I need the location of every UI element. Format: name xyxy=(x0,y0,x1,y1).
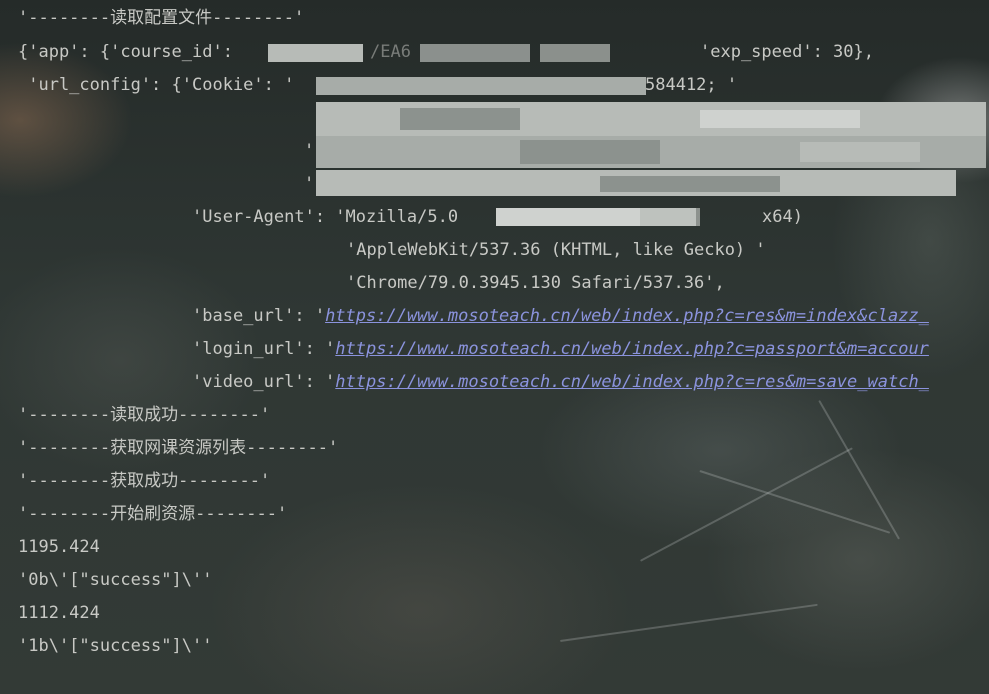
output-line: '1b\'["success"]\'' xyxy=(18,636,213,656)
output-line-fragment: ' xyxy=(304,141,315,161)
output-line: '0b\'["success"]\'' xyxy=(18,570,213,590)
output-line: 'login_url': 'https://www.mosoteach.cn/w… xyxy=(192,333,929,366)
output-line: 1112.424 xyxy=(18,603,100,623)
output-line: {'app': {'course_id': xyxy=(18,42,244,62)
output-line: 'video_url': 'https://www.mosoteach.cn/w… xyxy=(192,366,929,399)
redaction-mosaic xyxy=(540,44,610,62)
output-line: '--------获取网课资源列表--------' xyxy=(18,438,339,458)
output-line: 'AppleWebKit/537.36 (KHTML, like Gecko) … xyxy=(346,240,766,260)
output-line-fragment: x64) xyxy=(762,207,814,227)
output-line-fragment: 584412; ' xyxy=(645,75,738,95)
output-line: 'Chrome/79.0.3945.130 Safari/537.36', xyxy=(346,273,725,293)
output-line: 'url_config': {'Cookie': ' xyxy=(18,75,295,95)
redaction-mosaic xyxy=(800,142,920,162)
redaction-mosaic xyxy=(268,44,363,62)
config-key: 'login_url': ' xyxy=(192,339,336,359)
config-key: 'base_url': ' xyxy=(192,306,326,326)
output-line: '--------开始刷资源--------' xyxy=(18,504,288,524)
redaction-mosaic xyxy=(600,176,780,192)
redaction-mosaic xyxy=(520,140,660,164)
output-line-fragment: ' xyxy=(304,174,315,194)
output-line: 'base_url': 'https://www.mosoteach.cn/we… xyxy=(192,300,929,333)
video-url-link[interactable]: https://www.mosoteach.cn/web/index.php?c… xyxy=(335,372,929,392)
config-key: 'video_url': ' xyxy=(192,372,336,392)
redaction-mosaic xyxy=(400,108,520,130)
console-output: '--------读取配置文件--------' {'app': {'cours… xyxy=(0,0,989,694)
output-line: 'exp_speed': 30}, xyxy=(700,42,874,62)
redaction-mosaic xyxy=(700,110,860,128)
output-line: '--------读取配置文件--------' xyxy=(18,8,305,28)
base-url-link[interactable]: https://www.mosoteach.cn/web/index.php?c… xyxy=(325,306,929,326)
output-line: '--------获取成功--------' xyxy=(18,471,271,491)
redaction-mosaic xyxy=(420,44,530,62)
output-line: '--------读取成功--------' xyxy=(18,405,271,425)
output-line: 'User-Agent': 'Mozilla/5.0 xyxy=(192,207,469,227)
redaction-mosaic xyxy=(316,77,646,95)
output-line: 1195.424 xyxy=(18,537,100,557)
redaction-mosaic xyxy=(640,208,700,226)
login-url-link[interactable]: https://www.mosoteach.cn/web/index.php?c… xyxy=(335,339,929,359)
output-line-fragment: /EA6 xyxy=(370,42,411,62)
